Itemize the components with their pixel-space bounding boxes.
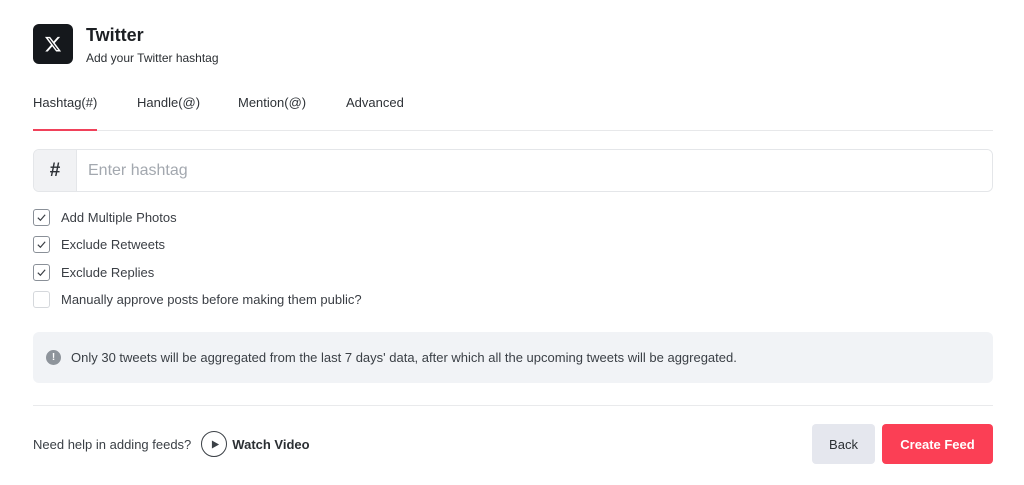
watch-video-label[interactable]: Watch Video <box>232 437 309 452</box>
checkmark-icon <box>37 268 46 276</box>
footer-divider <box>33 405 993 406</box>
checkbox-checked[interactable] <box>33 263 50 281</box>
info-icon: ! <box>46 350 61 365</box>
help-text: Need help in adding feeds? <box>33 436 192 452</box>
option-label: Exclude Retweets <box>61 237 166 252</box>
checkmark-icon <box>37 213 46 221</box>
info-notice: ! Only 30 tweets will be aggregated from… <box>33 332 993 383</box>
checkbox-checked[interactable] <box>33 208 50 226</box>
option-manual-approval[interactable]: Manually approve posts before making the… <box>33 291 362 309</box>
option-add-multiple-photos[interactable]: Add Multiple Photos <box>33 208 362 226</box>
tab-mention[interactable]: Mention(@) <box>238 96 306 131</box>
page-title: Twitter <box>86 25 144 45</box>
option-label: Exclude Replies <box>61 264 155 280</box>
back-button[interactable]: Back <box>812 424 875 464</box>
watch-video-link[interactable]: Watch Video <box>201 431 310 457</box>
notice-text: Only 30 tweets will be aggregated from t… <box>71 350 737 365</box>
feed-header: Twitter Add your Twitter hashtag <box>33 24 219 65</box>
tab-hashtag[interactable]: Hashtag(#) <box>33 96 98 131</box>
play-icon[interactable] <box>201 431 228 457</box>
source-tabs: Hashtag(#) Handle(@) Mention(@) Advanced <box>33 92 993 131</box>
footer-help: Need help in adding feeds? Watch Video <box>33 431 310 457</box>
create-feed-button[interactable]: Create Feed <box>882 424 993 464</box>
hash-prefix-icon: # <box>34 150 77 191</box>
feed-options: Add Multiple Photos Exclude Retweets Exc… <box>33 208 362 318</box>
option-exclude-retweets[interactable]: Exclude Retweets <box>33 236 362 254</box>
tab-handle[interactable]: Handle(@) <box>137 96 200 131</box>
checkbox-unchecked[interactable] <box>33 291 50 308</box>
checkmark-icon <box>37 241 46 249</box>
hashtag-input-group: # <box>33 149 993 192</box>
option-exclude-replies[interactable]: Exclude Replies <box>33 263 362 281</box>
page-subtitle: Add your Twitter hashtag <box>86 51 219 65</box>
tab-advanced[interactable]: Advanced <box>346 96 404 131</box>
x-logo-icon <box>33 24 73 64</box>
option-label: Manually approve posts before making the… <box>61 292 362 307</box>
checkbox-checked[interactable] <box>33 236 50 253</box>
hashtag-input[interactable] <box>77 150 992 191</box>
option-label: Add Multiple Photos <box>61 209 177 225</box>
